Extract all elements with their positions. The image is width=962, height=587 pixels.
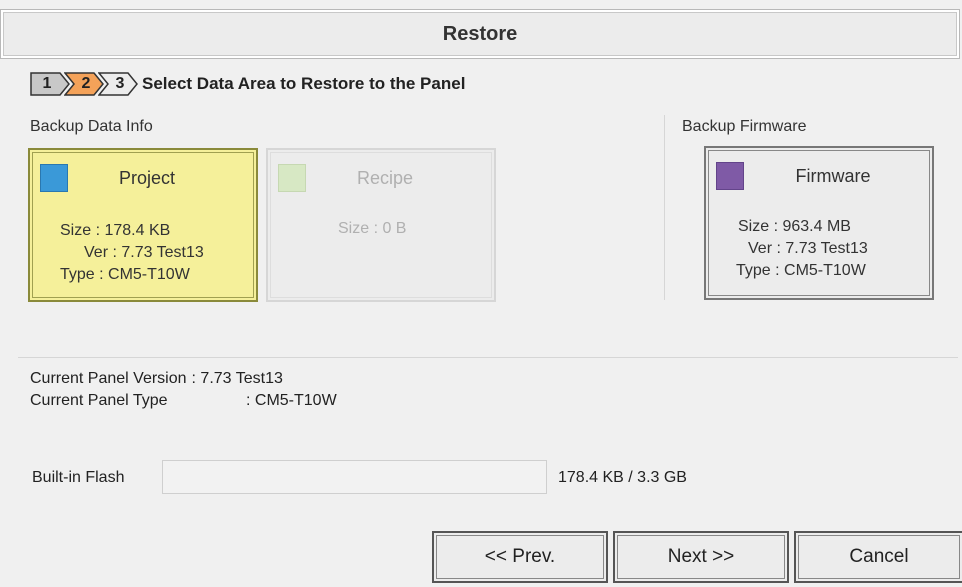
wizard-step-3: 3	[98, 72, 138, 96]
project-title: Project	[118, 168, 176, 188]
built-in-flash-usage-bar	[162, 460, 547, 494]
next-button[interactable]: Next >>	[613, 531, 789, 583]
backup-firmware-label: Backup Firmware	[682, 118, 807, 135]
prev-button[interactable]: << Prev.	[432, 531, 608, 583]
wizard-steps: 1 2 3 Select Data Area to Restore to the…	[30, 71, 465, 97]
current-panel-info: Current Panel Version : 7.73 Test13 Curr…	[30, 368, 337, 412]
wizard-step-3-number: 3	[115, 75, 125, 92]
project-type: Type : CM5-T10W	[60, 266, 190, 283]
firmware-type: Type : CM5-T10W	[736, 262, 866, 279]
wizard-step-title: Select Data Area to Restore to the Panel	[142, 74, 466, 93]
built-in-flash-usage-text: 178.4 KB / 3.3 GB	[558, 469, 687, 486]
recipe-size: Size : 0 B	[338, 220, 407, 237]
cancel-button[interactable]: Cancel	[794, 531, 962, 583]
panel-version-value: : 7.73 Test13	[191, 370, 283, 387]
column-divider	[664, 115, 665, 300]
wizard-step-2-number: 2	[81, 75, 91, 92]
recipe-title: Recipe	[356, 168, 414, 188]
dialog-title: Restore	[442, 22, 518, 45]
project-size: Size : 178.4 KB	[60, 222, 171, 239]
panel-type-value: : CM5-T10W	[246, 392, 337, 409]
built-in-flash-label: Built-in Flash	[32, 469, 125, 486]
firmware-version: Ver : 7.73 Test13	[748, 240, 868, 257]
firmware-title: Firmware	[795, 166, 871, 186]
firmware-size: Size : 963.4 MB	[738, 218, 851, 235]
recipe-card[interactable]: Recipe Size : 0 B	[266, 148, 496, 302]
dialog-title-bar: Restore	[0, 9, 960, 59]
wizard-step-1-number: 1	[42, 75, 52, 92]
project-card[interactable]: Project Size : 178.4 KB Ver : 7.73 Test1…	[28, 148, 258, 302]
panel-type-label: Current Panel Type	[30, 392, 168, 409]
horizontal-divider	[18, 357, 958, 358]
panel-version-label: Current Panel Version	[30, 370, 187, 387]
firmware-card[interactable]: Firmware Size : 963.4 MB Ver : 7.73 Test…	[704, 146, 934, 300]
project-version: Ver : 7.73 Test13	[84, 244, 204, 261]
backup-data-info-label: Backup Data Info	[30, 118, 153, 135]
